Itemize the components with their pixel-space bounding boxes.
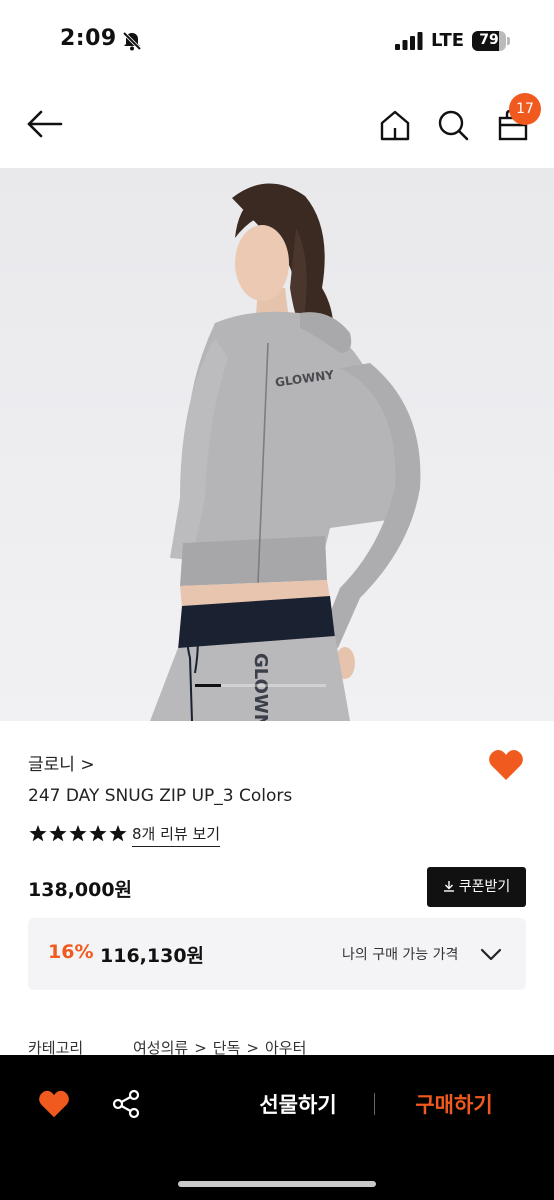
home-icon[interactable] <box>378 108 412 142</box>
discount-rate: 16% <box>48 941 94 963</box>
network-label: LTE <box>431 30 465 51</box>
battery-percent: 79 <box>479 32 499 48</box>
star-icon <box>69 825 87 842</box>
divider <box>374 1093 375 1115</box>
discount-price: 116,130원 <box>100 945 205 967</box>
brand-link[interactable]: 글로니 > <box>28 750 95 775</box>
star-icon <box>89 825 107 842</box>
coupon-button[interactable]: 쿠폰받기 <box>427 867 526 907</box>
discount-price-panel[interactable]: 16% 116,130원 나의 구매 가능 가격 <box>28 918 526 990</box>
product-photo: GLOWNY GLOWNY <box>150 183 421 721</box>
product-price: 138,000원 <box>28 879 133 901</box>
heart-icon[interactable] <box>488 748 524 782</box>
status-bar: 2:09 LTE 79 <box>0 0 554 80</box>
home-indicator <box>178 1181 376 1187</box>
gift-button[interactable]: 선물하기 <box>238 1088 358 1122</box>
carousel-track <box>221 684 326 687</box>
battery-icon: 79 <box>472 31 510 51</box>
bottom-action-bar <box>0 1055 554 1200</box>
download-icon <box>443 880 454 892</box>
chevron-down-icon <box>480 948 502 961</box>
search-icon[interactable] <box>436 108 470 142</box>
signal-icon <box>395 32 423 50</box>
share-icon[interactable] <box>111 1089 141 1119</box>
review-link[interactable]: 8개 리뷰 보기 <box>132 823 221 847</box>
star-icon <box>29 825 47 842</box>
status-time: 2:09 <box>60 26 117 51</box>
back-arrow-icon[interactable] <box>24 108 64 140</box>
discount-label: 나의 구매 가능 가격 <box>342 947 459 963</box>
star-icon <box>109 825 127 842</box>
buy-button[interactable]: 구매하기 <box>394 1088 514 1122</box>
nav-bar <box>0 80 554 168</box>
bell-slash-icon <box>122 31 142 51</box>
carousel-indicator <box>195 684 221 687</box>
product-image[interactable]: GLOWNY GLOWNY <box>0 168 554 721</box>
rating-stars <box>29 825 127 842</box>
product-title: 247 DAY SNUG ZIP UP_3 Colors <box>28 786 293 806</box>
star-icon <box>49 825 67 842</box>
cart-count-badge: 17 <box>509 93 541 125</box>
coupon-button-label: 쿠폰받기 <box>458 879 511 895</box>
pants-print: GLOWNY <box>250 653 271 721</box>
wishlist-heart-icon[interactable] <box>38 1089 70 1119</box>
